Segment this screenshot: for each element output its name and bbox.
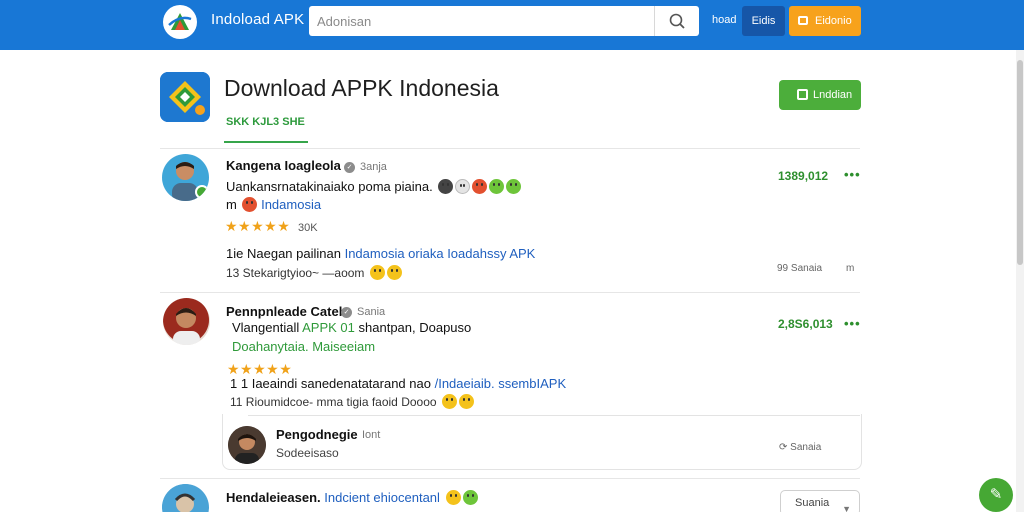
comment-text: Naegan pailinan <box>246 246 341 261</box>
more-options-icon[interactable]: ••• <box>844 167 861 182</box>
reviewer-name: Hendaleieasen. Indcient ehiocentanl <box>226 490 478 505</box>
nav-link[interactable]: hoad <box>712 14 736 26</box>
divider <box>160 292 860 293</box>
review-stats: 13 Stekarigtyioo~ —aoom <box>226 265 402 280</box>
reviewer-name[interactable]: Kangena Ioagleola <box>226 158 341 173</box>
page-title: Download APPK Indonesia <box>224 75 499 101</box>
review-comment: 1ie Naegan pailinan Indamosia oriaka Ioa… <box>226 246 535 261</box>
comment-text: Iaeaindi sanedenatatarand nao <box>251 376 431 391</box>
reply-name[interactable]: Pengodnegie <box>276 427 358 442</box>
review-stats-text: 11 Rioumidcoe- mma tigia faoid Doooo <box>230 395 437 409</box>
reply-text: Sodeeisaso <box>276 446 339 460</box>
review-stats-text: 13 Stekarigtyioo~ <box>226 266 320 280</box>
sort-dropdown-value: Suania <box>795 497 830 509</box>
emoji-icon <box>445 490 461 505</box>
emoji-icon <box>438 179 454 194</box>
nav-button-orange[interactable]: Eidonio <box>789 6 861 36</box>
review-score: 2,8S6,013 <box>778 317 833 331</box>
download-icon <box>797 89 808 100</box>
reviewer-name-text[interactable]: Hendaleieasen. <box>226 490 321 505</box>
review-tag[interactable]: Indamosia <box>261 197 321 212</box>
scrollbar-thumb[interactable] <box>1017 60 1023 265</box>
reply-time: Iont <box>362 429 381 441</box>
more-options-icon[interactable]: ••• <box>844 316 861 331</box>
reply-card-border <box>248 415 860 416</box>
reply-action[interactable]: ⟳ Sanaia <box>779 442 821 453</box>
emoji-icon <box>441 394 457 409</box>
emoji-icon <box>458 394 474 409</box>
emoji-icon <box>489 179 505 194</box>
review-text: Uankansrnatakinaiako poma piaina. <box>226 179 522 194</box>
review-text-b: APPK 01 <box>302 320 355 335</box>
review-stats: 11 Rioumidcoe- mma tigia faoid Doooo <box>230 394 474 409</box>
avatar[interactable] <box>163 298 210 345</box>
emoji-icon <box>472 179 488 194</box>
search-input[interactable] <box>317 9 647 33</box>
search-divider <box>654 6 655 36</box>
download-button-label: Lnddian <box>813 89 853 101</box>
divider <box>160 148 860 149</box>
emoji-icon <box>369 265 385 280</box>
nav-button-dark[interactable]: Eidis <box>742 6 785 36</box>
avatar[interactable] <box>162 154 209 201</box>
upload-icon <box>798 16 808 25</box>
sort-dropdown[interactable]: Suania ▼ <box>780 490 860 512</box>
review-text-a: Vlangentiall <box>232 320 300 335</box>
rating-count: 30K <box>298 222 318 234</box>
emoji-icon <box>506 179 522 194</box>
reply-card <box>222 414 862 470</box>
review-text: Vlangentiall APPK 01 shantpan, Doapuso <box>232 320 471 335</box>
comment-prefix: 1 1 <box>230 376 249 391</box>
flag-icon <box>242 197 258 212</box>
app-subtitle: SKK KJL3 SHE <box>226 116 305 128</box>
rating-stars: ★★★★★ <box>225 218 291 234</box>
subtitle-underline <box>224 141 308 143</box>
search-bar <box>309 6 699 36</box>
divider <box>160 478 860 479</box>
avatar[interactable] <box>162 484 209 512</box>
reply-action[interactable]: 99 Sanaia <box>777 263 822 274</box>
chevron-down-icon: ▼ <box>842 504 851 512</box>
verified-icon: ✓ <box>344 162 355 173</box>
edit-icon[interactable]: ✎ <box>979 478 1013 512</box>
review-comment: 1 1 Iaeaindi sanedenatatarand nao /Indae… <box>230 376 566 391</box>
review-score: 1389,012 <box>778 169 829 183</box>
reply-action-label: Sanaia <box>790 442 822 453</box>
review-text-c: shantpan, Doapuso <box>358 320 472 335</box>
review-tag-prefix: m <box>226 197 237 212</box>
reply-icon: ⟳ <box>779 442 788 453</box>
review-tag-line: m Indamosia <box>226 197 321 212</box>
review-tag[interactable]: Doahanytaia. Maiseeiam <box>232 339 375 354</box>
emoji-icon <box>462 490 478 505</box>
more-action[interactable]: m <box>846 263 854 274</box>
nav-button-orange-label: Eidonio <box>815 15 852 27</box>
emoji-icon <box>455 179 471 194</box>
verified-icon: ✓ <box>341 307 352 318</box>
comment-link[interactable]: /Indaeiaib. ssembIAPK <box>435 376 567 391</box>
emoji-icon <box>386 265 402 280</box>
app-icon <box>160 72 210 122</box>
review-time: 3anja <box>360 161 387 173</box>
logo-icon[interactable] <box>163 5 197 39</box>
review-text-body: Uankansrnatakinaiako poma piaina. <box>226 179 433 194</box>
download-button[interactable]: Lnddian <box>779 80 861 110</box>
search-icon[interactable] <box>664 11 690 31</box>
review-stats-more: —aoom <box>322 266 365 280</box>
comment-link[interactable]: Indamosia oriaka Ioadahssy APK <box>345 246 536 261</box>
comment-prefix: 1ie <box>226 246 244 261</box>
site-name[interactable]: Indoload APK <box>211 11 304 28</box>
review-time: Sania <box>357 306 386 318</box>
reviewer-tag[interactable]: Indcient ehiocentanl <box>324 490 440 505</box>
reviewer-name[interactable]: Pennpnleade Catek <box>226 304 346 319</box>
avatar[interactable] <box>228 426 266 464</box>
